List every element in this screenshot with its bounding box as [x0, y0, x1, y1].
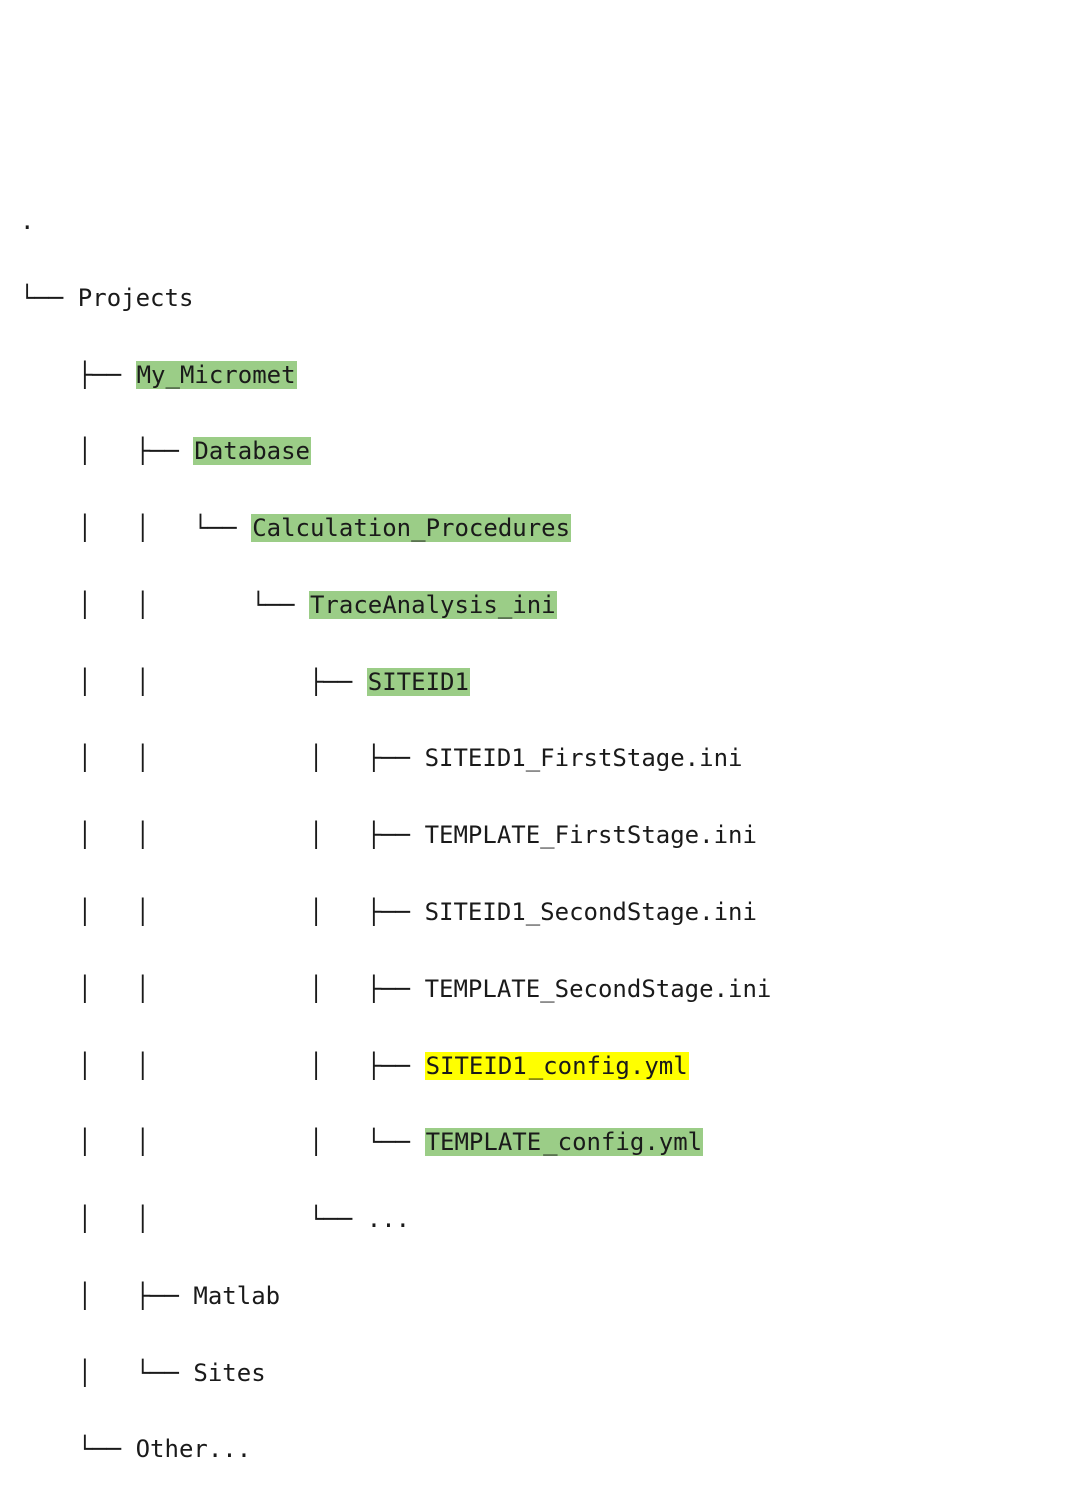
- row-calc-proc: │ │ └── Calculation_Procedures: [20, 509, 1070, 547]
- node-traceanalysis-ini: TraceAnalysis_ini: [309, 591, 557, 619]
- row-file-template-firststage: │ │ │ ├── TEMPLATE_FirstStage.ini: [20, 816, 1070, 854]
- tree-connector: │ │ │ ├──: [20, 744, 425, 772]
- node-calculation-procedures: Calculation_Procedures: [251, 514, 571, 542]
- tree-connector: │ │ └──: [20, 514, 251, 542]
- tree-connector: │ ├──: [20, 437, 193, 465]
- tree-connector: │ │ │ └──: [20, 1128, 425, 1156]
- row-trace-ini: │ │ └── TraceAnalysis_ini: [20, 586, 1070, 624]
- file-part-ext: _SecondStage.ini: [526, 898, 757, 926]
- file-part-siteid1: SITEID1: [425, 898, 526, 926]
- row-other: └── Other...: [20, 1430, 1070, 1468]
- row-file-siteid1-secondstage: │ │ │ ├── SITEID1_SecondStage.ini: [20, 893, 1070, 931]
- file-part-template: TEMPLATE: [425, 821, 541, 849]
- file-part-ext: _FirstStage.ini: [526, 744, 743, 772]
- tree-connector: │ ├──: [20, 1282, 193, 1310]
- file-part-ext: _config.yml: [528, 1052, 689, 1080]
- file-part-ext: _SecondStage.ini: [540, 975, 771, 1003]
- file-part-ext: _FirstStage.ini: [540, 821, 757, 849]
- tree-connector: │ │ └──: [20, 591, 309, 619]
- file-part-ext: _config.yml: [542, 1128, 703, 1156]
- node-database: Database: [193, 437, 311, 465]
- row-ellipsis: │ │ └── ...: [20, 1200, 1070, 1238]
- tree-connector: │ │ │ ├──: [20, 821, 425, 849]
- tree-connector: │ │ │ ├──: [20, 975, 425, 1003]
- row-my-micromet: ├── My_Micromet: [20, 356, 1070, 394]
- node-other: Other...: [136, 1435, 252, 1463]
- node-sites: Sites: [193, 1359, 265, 1387]
- tree-connector: │ │ │ ├──: [20, 898, 425, 926]
- tree-connector: │ │ ├──: [20, 668, 367, 696]
- row-sites: │ └── Sites: [20, 1354, 1070, 1392]
- node-siteid1-dir: SITEID1: [367, 668, 470, 696]
- node-my-micromet: My_Micromet: [136, 361, 297, 389]
- file-part-siteid1: SITEID1: [425, 744, 526, 772]
- row-file-siteid1-config: │ │ │ ├── SITEID1_config.yml: [20, 1047, 1070, 1085]
- row-projects: └── Projects: [20, 279, 1070, 317]
- file-part-siteid1: SITEID1: [425, 1052, 528, 1080]
- tree-connector: └──: [20, 1435, 136, 1463]
- directory-tree: . └── Projects ├── My_Micromet │ ├── Dat…: [20, 164, 1070, 1500]
- tree-connector: ├──: [20, 361, 136, 389]
- tree-connector: │ │ │ ├──: [20, 1052, 425, 1080]
- tree-connector: │ │ └──: [20, 1205, 367, 1233]
- file-part-template: TEMPLATE: [425, 1128, 543, 1156]
- tree-connector: └──: [20, 284, 78, 312]
- row-file-template-config: │ │ │ └── TEMPLATE_config.yml: [20, 1123, 1070, 1161]
- row-matlab: │ ├── Matlab: [20, 1277, 1070, 1315]
- file-part-template: TEMPLATE: [425, 975, 541, 1003]
- row-database: │ ├── Database: [20, 432, 1070, 470]
- node-ellipsis: ...: [367, 1205, 410, 1233]
- node-matlab: Matlab: [193, 1282, 280, 1310]
- root-dot: .: [20, 202, 1070, 240]
- row-file-template-secondstage: │ │ │ ├── TEMPLATE_SecondStage.ini: [20, 970, 1070, 1008]
- row-siteid1-dir: │ │ ├── SITEID1: [20, 663, 1070, 701]
- node-projects: Projects: [78, 284, 194, 312]
- tree-connector: │ └──: [20, 1359, 193, 1387]
- row-file-siteid1-firststage: │ │ │ ├── SITEID1_FirstStage.ini: [20, 739, 1070, 777]
